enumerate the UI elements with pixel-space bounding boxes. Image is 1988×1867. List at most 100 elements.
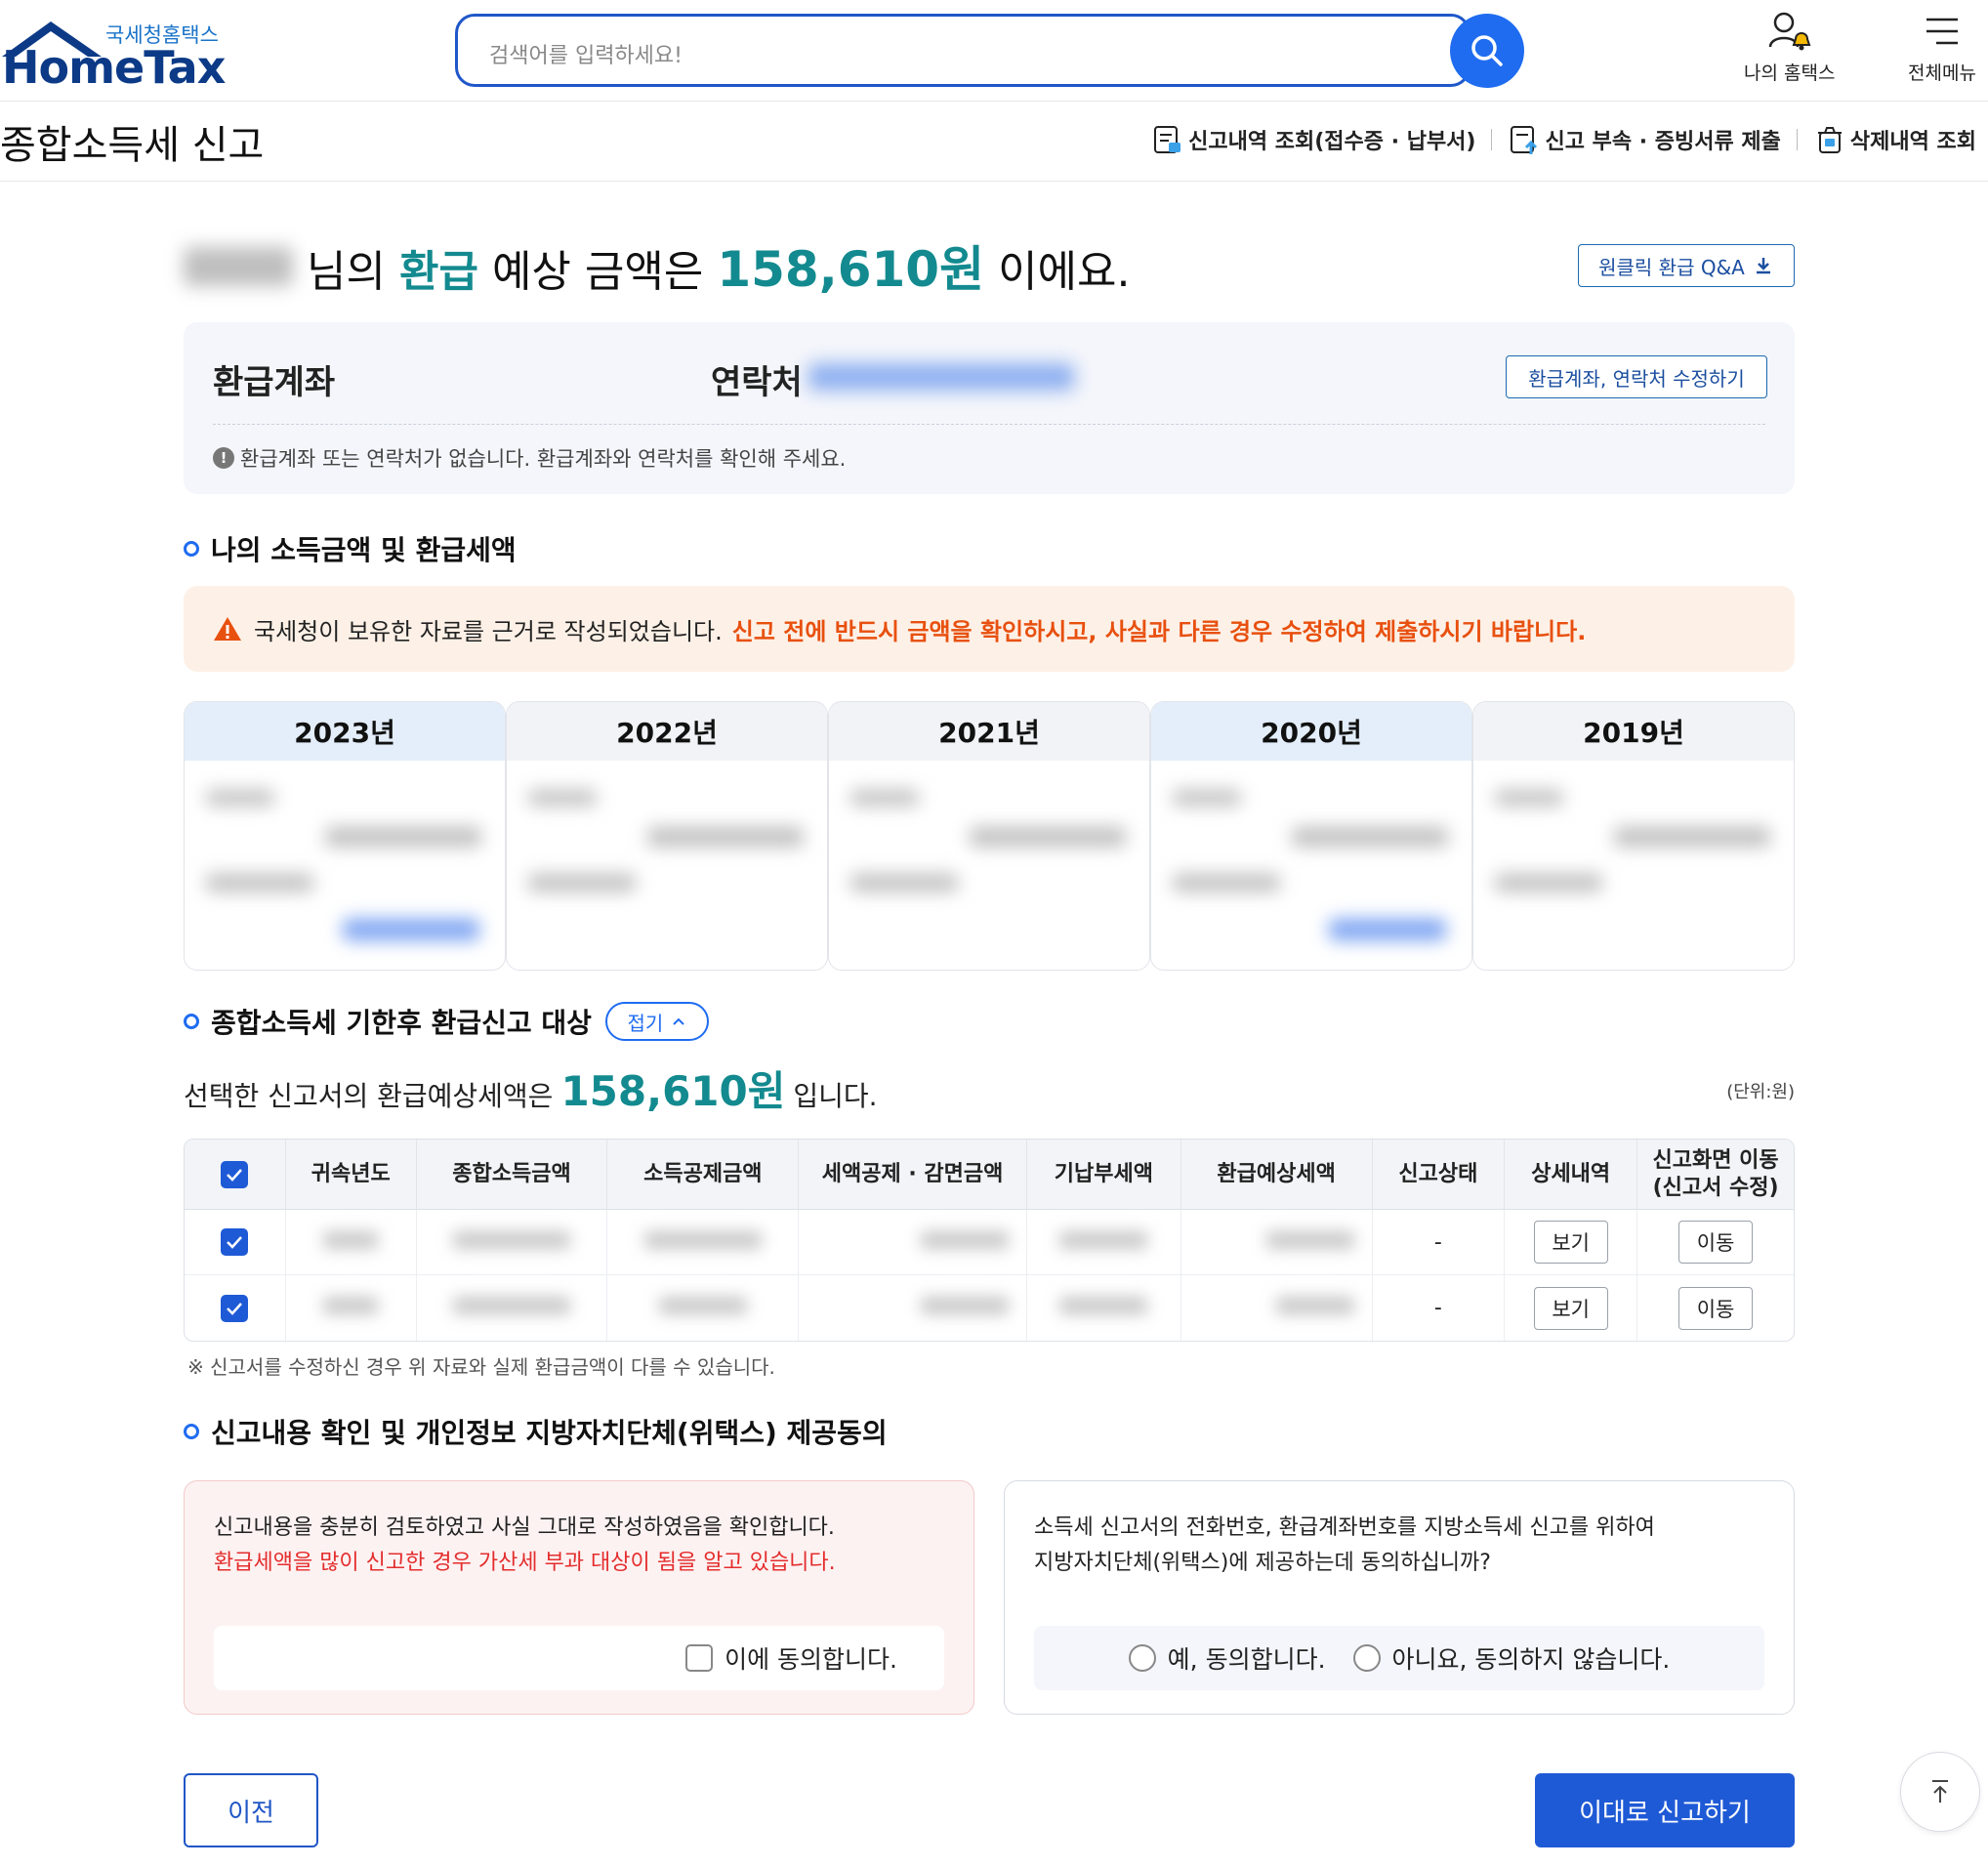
status-cell: - <box>1372 1210 1506 1275</box>
masked-cell <box>799 1210 1027 1275</box>
unit-label: (단위:원) <box>1726 1082 1795 1102</box>
account-notice: ! 환급계좌 또는 연락처가 없습니다. 환급계좌와 연락처를 확인해 주세요. <box>213 443 846 473</box>
prev-button[interactable]: 이전 <box>184 1773 318 1847</box>
fold-label: 접기 <box>627 1011 664 1035</box>
masked-cell <box>1026 1210 1181 1275</box>
year-card-2020[interactable]: 2020년 <box>1150 701 1472 971</box>
deleted-history-label: 삭제내역 조회 <box>1849 130 1976 154</box>
all-menu-label: 전체메뉴 <box>1908 62 1976 84</box>
consent-yes-option[interactable]: 예, 동의합니다. <box>1128 1640 1326 1676</box>
col-expected-refund: 환급예상세액 <box>1180 1140 1373 1210</box>
section-consent: 신고내용 확인 및 개인정보 지방자치단체(위택스) 제공동의 <box>184 1412 888 1451</box>
all-menu-button[interactable]: 전체메뉴 <box>1908 10 1976 85</box>
confirm-agreement-box: 신고내용을 충분히 검토하였고 사실 그대로 작성하였음을 확인합니다. 환급세… <box>184 1480 974 1715</box>
table-row: - 보기 이동 <box>185 1210 1794 1275</box>
consent-yes-radio[interactable] <box>1128 1644 1156 1672</box>
section-consent-title: 신고내용 확인 및 개인정보 지방자치단체(위택스) 제공동의 <box>211 1417 888 1449</box>
my-hometax-label: 나의 홈택스 <box>1744 62 1836 84</box>
warning-text-emphasis: 신고 전에 반드시 금액을 확인하시고, 사실과 다른 경우 수정하여 제출하시… <box>731 617 1587 645</box>
refund-table: 귀속년도 종합소득금액 소득공제금액 세액공제 · 감면금액 기납부세액 환급예… <box>184 1139 1795 1342</box>
move-button[interactable]: 이동 <box>1678 1221 1754 1264</box>
dashed-divider <box>213 424 1765 425</box>
refund-headline: 님의 환급 예상 금액은 158,610원 이에요. <box>184 230 1131 301</box>
col-total-income: 종합소득금액 <box>416 1140 608 1210</box>
warning-icon <box>214 617 241 641</box>
view-detail-button[interactable]: 보기 <box>1533 1221 1608 1264</box>
row-checkbox[interactable] <box>221 1228 249 1256</box>
row-select-cell[interactable] <box>185 1210 286 1275</box>
consent-no-radio[interactable] <box>1352 1644 1381 1672</box>
masked-contact <box>808 363 1074 391</box>
detail-cell: 보기 <box>1505 1275 1638 1341</box>
masked-value <box>206 790 274 806</box>
filing-history-label: 신고내역 조회(접수증 · 납부서) <box>1188 130 1476 154</box>
masked-cell <box>286 1275 417 1341</box>
attachment-submit-label: 신고 부속 · 증빙서류 제출 <box>1545 130 1781 154</box>
wetax-consent-box: 소득세 신고서의 전화번호, 환급계좌번호를 지방소득세 신고를 위하여 지방자… <box>1004 1480 1795 1715</box>
contact-label: 연락처 <box>711 363 803 402</box>
year-card-2023[interactable]: 2023년 <box>184 701 506 971</box>
confirm-text: 신고내용을 충분히 검토하였고 사실 그대로 작성하였음을 확인합니다. 환급세… <box>214 1511 836 1581</box>
sub-header: 종합소득세 신고 신고내역 조회(접수증 · 납부서) 신고 부속 · 증빙서류… <box>0 102 1988 182</box>
account-notice-text: 환급계좌 또는 연락처가 없습니다. 환급계좌와 연락처를 확인해 주세요. <box>240 447 847 471</box>
sub-links: 신고내역 조회(접수증 · 납부서) 신고 부속 · 증빙서류 제출 삭제내역 … <box>1151 123 1976 156</box>
col-tax-credit: 세액공제 · 감면금액 <box>799 1140 1027 1210</box>
masked-value <box>1495 790 1563 806</box>
wetax-line-1: 소득세 신고서의 전화번호, 환급계좌번호를 지방소득세 신고를 위하여 <box>1034 1515 1655 1540</box>
status-cell: - <box>1373 1275 1506 1341</box>
section-income-refund-title: 나의 소득금액 및 환급세액 <box>211 534 517 566</box>
search-placeholder: 검색어를 입력하세요! <box>489 44 683 68</box>
consent-no-label: 아니요, 동의하지 않습니다. <box>1391 1645 1671 1674</box>
row-checkbox[interactable] <box>221 1294 249 1322</box>
col-prepaid-tax: 기납부세액 <box>1026 1140 1181 1210</box>
view-detail-button[interactable]: 보기 <box>1533 1286 1608 1330</box>
confirm-line-1: 신고내용을 충분히 검토하였고 사실 그대로 작성하였음을 확인합니다. <box>214 1515 835 1540</box>
scroll-top-button[interactable] <box>1900 1752 1980 1832</box>
row-select-cell[interactable] <box>185 1275 286 1341</box>
selected-amount: 158,610원 <box>560 1067 786 1115</box>
select-all-checkbox[interactable] <box>221 1160 249 1188</box>
masked-value <box>1495 874 1602 892</box>
agree-checkbox-row[interactable]: 이에 동의합니다. <box>214 1626 944 1690</box>
col-income-deduction: 소득공제금액 <box>607 1140 800 1210</box>
my-hometax-button[interactable]: 나의 홈택스 <box>1744 10 1835 85</box>
section-late-refund-title: 종합소득세 기한후 환급신고 대상 <box>211 1007 592 1039</box>
move-button[interactable]: 이동 <box>1678 1286 1754 1330</box>
year-card-title: 2022년 <box>507 702 827 761</box>
year-card-2022[interactable]: 2022년 <box>506 701 828 971</box>
hero-suffix: 이에요. <box>998 247 1131 297</box>
consent-no-option[interactable]: 아니요, 동의하지 않습니다. <box>1352 1640 1671 1676</box>
masked-value <box>528 874 636 892</box>
year-card-title: 2019년 <box>1473 702 1794 761</box>
hometax-logo[interactable]: 국세청홈택스 HomeTax <box>0 14 226 94</box>
search-input[interactable]: 검색어를 입력하세요! <box>455 14 1470 87</box>
divider <box>1796 129 1798 150</box>
year-card-2019[interactable]: 2019년 <box>1472 701 1795 971</box>
search-button[interactable] <box>1450 14 1524 88</box>
masked-value <box>1173 790 1241 806</box>
agree-checkbox[interactable] <box>685 1644 714 1672</box>
masked-value <box>528 790 597 806</box>
qa-button-label: 원클릭 환급 Q&A <box>1598 255 1745 279</box>
masked-value <box>647 827 804 847</box>
table-note: ※ 신고서를 수정하신 경우 위 자료와 실제 환급금액이 다를 수 있습니다. <box>187 1355 775 1379</box>
check-icon <box>227 1236 243 1249</box>
submit-button[interactable]: 이대로 신고하기 <box>1535 1773 1795 1847</box>
col-year: 귀속년도 <box>285 1140 417 1210</box>
masked-cell <box>1027 1275 1181 1341</box>
year-card-title: 2023년 <box>185 702 505 761</box>
fold-button[interactable]: 접기 <box>604 1002 709 1041</box>
deleted-history-link[interactable]: 삭제내역 조회 <box>1813 123 1976 156</box>
wetax-radio-row: 예, 동의합니다. 아니요, 동의하지 않습니다. <box>1034 1626 1764 1690</box>
attachment-submit-link[interactable]: 신고 부속 · 증빙서류 제출 <box>1508 123 1781 156</box>
bullet-icon <box>184 1424 199 1439</box>
one-click-qa-button[interactable]: 원클릭 환급 Q&A <box>1578 244 1795 287</box>
edit-account-contact-button[interactable]: 환급계좌, 연락처 수정하기 <box>1506 355 1767 398</box>
masked-value <box>850 790 919 806</box>
masked-cell <box>1181 1275 1373 1341</box>
select-all-cell[interactable] <box>185 1140 286 1210</box>
filing-history-link[interactable]: 신고내역 조회(접수증 · 납부서) <box>1151 123 1475 156</box>
chevron-up-icon <box>673 1017 685 1025</box>
check-icon <box>227 1302 243 1315</box>
year-card-2021[interactable]: 2021년 <box>828 701 1150 971</box>
